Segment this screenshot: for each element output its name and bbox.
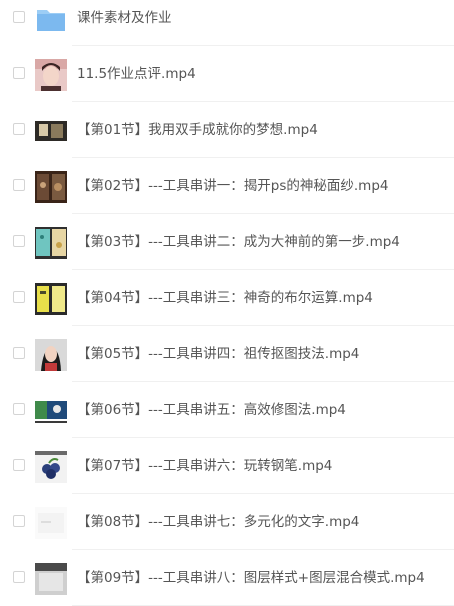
row-checkbox[interactable] bbox=[13, 235, 25, 247]
file-row[interactable]: 【第04节】---工具串讲三：神奇的布尔运算.mp4 bbox=[0, 270, 454, 326]
row-checkbox[interactable] bbox=[13, 459, 25, 471]
row-checkbox[interactable] bbox=[13, 123, 25, 135]
row-checkbox[interactable] bbox=[13, 515, 25, 527]
video-thumbnail bbox=[35, 283, 67, 315]
file-name[interactable]: 【第05节】---工具串讲四：祖传抠图技法.mp4 bbox=[77, 326, 359, 382]
file-name[interactable]: 【第04节】---工具串讲三：神奇的布尔运算.mp4 bbox=[77, 270, 373, 326]
file-name[interactable]: 【第08节】---工具串讲七：多元化的文字.mp4 bbox=[77, 494, 359, 550]
video-thumbnail bbox=[35, 339, 67, 371]
video-thumbnail bbox=[35, 227, 67, 259]
row-checkbox[interactable] bbox=[13, 403, 25, 415]
video-thumbnail bbox=[35, 507, 67, 539]
row-checkbox[interactable] bbox=[13, 179, 25, 191]
video-thumbnail bbox=[35, 59, 67, 91]
file-name[interactable]: 课件素材及作业 bbox=[77, 0, 172, 46]
file-row[interactable]: 【第02节】---工具串讲一：揭开ps的神秘面纱.mp4 bbox=[0, 158, 454, 214]
file-row[interactable]: 【第07节】---工具串讲六：玩转钢笔.mp4 bbox=[0, 438, 454, 494]
row-checkbox[interactable] bbox=[13, 571, 25, 583]
video-thumbnail bbox=[35, 115, 67, 147]
file-name[interactable]: 11.5作业点评.mp4 bbox=[77, 46, 196, 102]
file-name[interactable]: 【第09节】---工具串讲八：图层样式+图层混合模式.mp4 bbox=[77, 550, 425, 606]
video-thumbnail bbox=[35, 563, 67, 595]
row-checkbox[interactable] bbox=[13, 11, 25, 23]
file-row-folder[interactable]: 课件素材及作业 bbox=[0, 0, 454, 46]
file-row[interactable]: 11.5作业点评.mp4 bbox=[0, 46, 454, 102]
file-row[interactable]: 【第06节】---工具串讲五：高效修图法.mp4 bbox=[0, 382, 454, 438]
file-row[interactable]: 【第05节】---工具串讲四：祖传抠图技法.mp4 bbox=[0, 326, 454, 382]
file-name[interactable]: 【第06节】---工具串讲五：高效修图法.mp4 bbox=[77, 382, 346, 438]
row-checkbox[interactable] bbox=[13, 291, 25, 303]
file-row[interactable]: 【第08节】---工具串讲七：多元化的文字.mp4 bbox=[0, 494, 454, 550]
file-name[interactable]: 【第03节】---工具串讲二：成为大神前的第一步.mp4 bbox=[77, 214, 400, 270]
file-name[interactable]: 【第01节】我用双手成就你的梦想.mp4 bbox=[77, 102, 318, 158]
file-row[interactable]: 【第03节】---工具串讲二：成为大神前的第一步.mp4 bbox=[0, 214, 454, 270]
file-name[interactable]: 【第02节】---工具串讲一：揭开ps的神秘面纱.mp4 bbox=[77, 158, 389, 214]
row-checkbox[interactable] bbox=[13, 67, 25, 79]
row-checkbox[interactable] bbox=[13, 347, 25, 359]
video-thumbnail bbox=[35, 171, 67, 203]
video-thumbnail bbox=[35, 451, 67, 483]
video-thumbnail bbox=[35, 395, 67, 427]
file-name[interactable]: 【第07节】---工具串讲六：玩转钢笔.mp4 bbox=[77, 438, 332, 494]
file-row[interactable]: 【第01节】我用双手成就你的梦想.mp4 bbox=[0, 102, 454, 158]
file-row[interactable]: 【第09节】---工具串讲八：图层样式+图层混合模式.mp4 bbox=[0, 550, 454, 606]
folder-icon bbox=[35, 3, 67, 35]
